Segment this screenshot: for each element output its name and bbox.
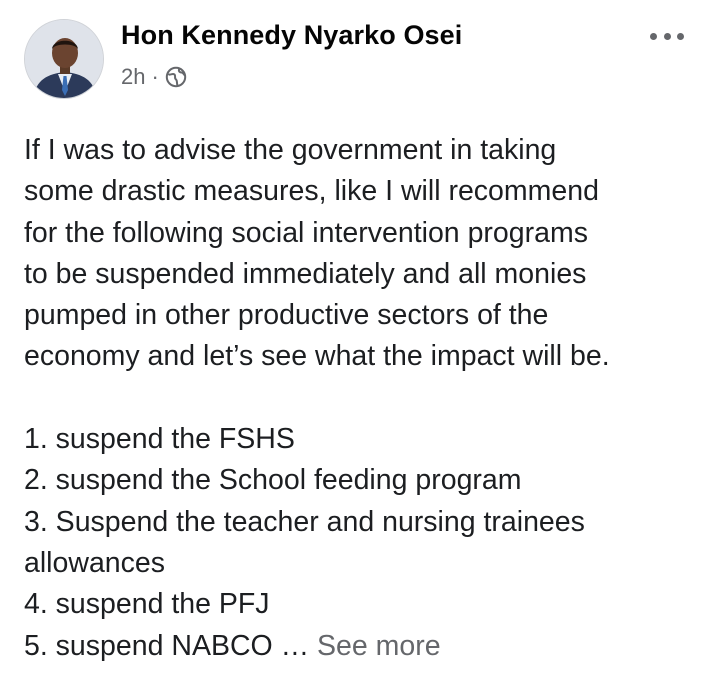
globe-icon[interactable] bbox=[165, 66, 187, 88]
more-dot bbox=[677, 32, 684, 40]
post-meta: 2h · bbox=[121, 64, 187, 90]
post-timestamp[interactable]: 2h bbox=[121, 64, 145, 90]
post-body: If I was to advise the government in tak… bbox=[24, 130, 704, 667]
body-line: If I was to advise the government in tak… bbox=[24, 134, 557, 166]
list-item: allowances bbox=[24, 546, 165, 579]
see-more-link[interactable]: See more bbox=[317, 630, 441, 662]
avatar-image bbox=[25, 20, 103, 98]
list-item: 4. suspend the PFJ bbox=[24, 588, 270, 621]
body-line: for the following social intervention pr… bbox=[24, 216, 588, 249]
author-name[interactable]: Hon Kennedy Nyarko Osei bbox=[121, 20, 462, 51]
truncated-text: 5. suspend NABCO … bbox=[24, 629, 318, 662]
list-item-last: 5. suspend NABCO … See more bbox=[24, 626, 704, 667]
meta-separator: · bbox=[151, 64, 159, 89]
more-options-icon[interactable] bbox=[650, 30, 684, 42]
author-avatar[interactable] bbox=[24, 19, 104, 99]
more-dot bbox=[650, 32, 657, 40]
body-line: some drastic measures, like I will recom… bbox=[24, 175, 599, 208]
list-item: 2. suspend the School feeding program bbox=[24, 464, 522, 497]
body-line: pumped in other productive sectors of th… bbox=[24, 299, 549, 332]
body-line: economy and let’s see what the impact wi… bbox=[24, 340, 610, 373]
more-dot bbox=[663, 32, 671, 40]
body-line: to be suspended immediately and all moni… bbox=[24, 257, 587, 290]
list-item: 1. suspend the FSHS bbox=[24, 423, 295, 456]
list-item: 3. Suspend the teacher and nursing train… bbox=[24, 505, 585, 538]
facebook-post: Hon Kennedy Nyarko Osei 2h · If I was to… bbox=[0, 0, 720, 690]
